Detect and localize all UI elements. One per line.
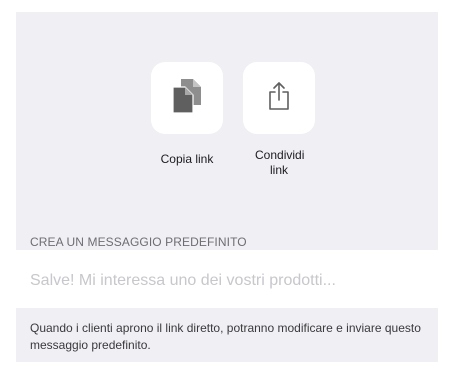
share-link-action[interactable]: Condividi link: [243, 62, 315, 178]
copy-link-button[interactable]: [151, 62, 223, 134]
copy-link-label: Copia link: [160, 152, 214, 166]
share-icon: [267, 81, 291, 116]
predefined-message-row: [16, 256, 438, 308]
copy-link-action[interactable]: Copia link: [151, 62, 223, 167]
footer-note: Quando i clienti aprono il link diretto,…: [30, 321, 421, 352]
share-link-button[interactable]: [243, 62, 315, 134]
section-header: CREA UN MESSAGGIO PREDEFINITO: [30, 235, 247, 249]
share-link-label: Condividi link: [255, 148, 305, 177]
footer-note-section: Quando i clienti aprono il link diretto,…: [16, 308, 438, 362]
share-options-panel: Copia link Condividi link: [16, 12, 438, 250]
copy-document-icon: [172, 78, 201, 118]
predefined-message-input[interactable]: [30, 268, 420, 294]
